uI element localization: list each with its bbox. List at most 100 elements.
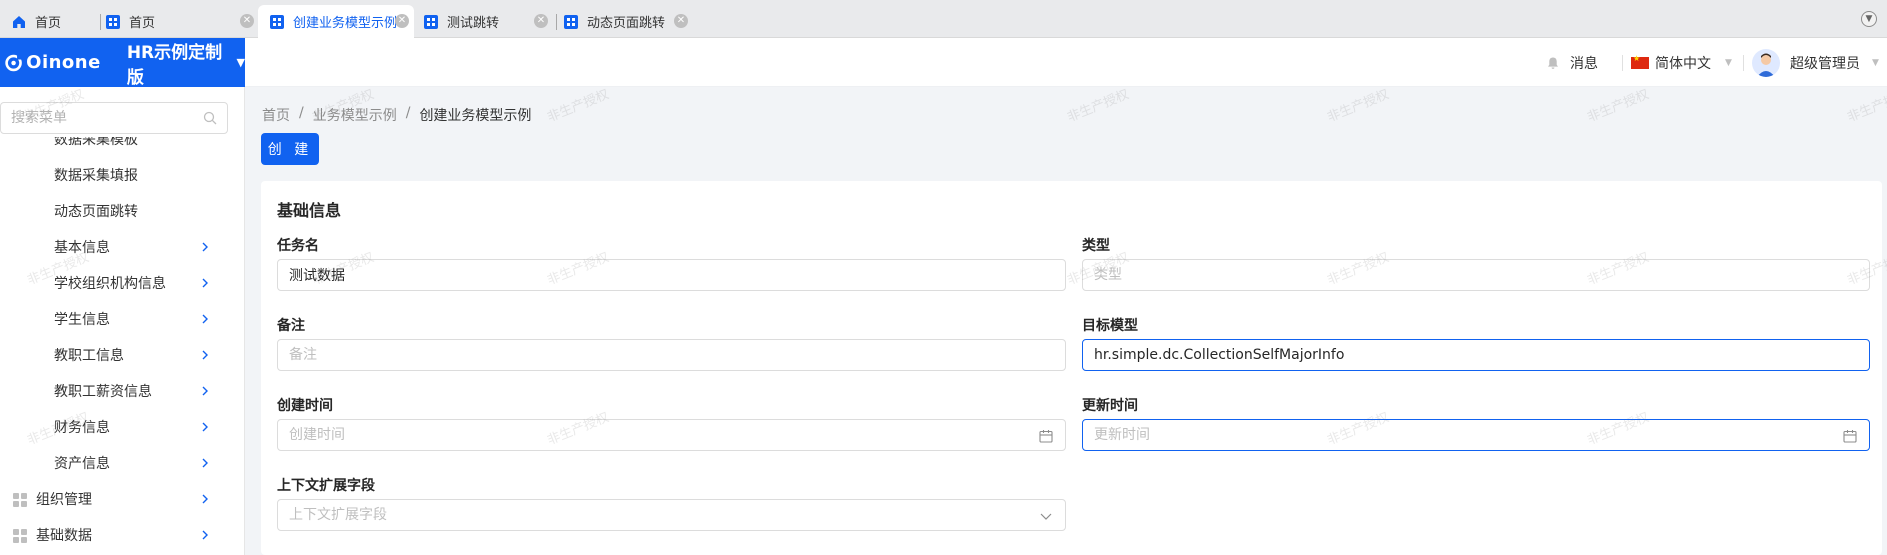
sidebar-item-label: 财务信息 [54,420,110,436]
search-icon[interactable] [203,111,217,125]
sidebar-item-asset-info[interactable]: 资产信息 [0,445,228,481]
sidebar-item-label: 数据采集模板 [54,137,138,148]
breadcrumb-business-model[interactable]: 业务模型示例 [313,105,397,125]
create-time-input[interactable] [278,420,1065,450]
create-button[interactable]: 创 建 [261,133,319,165]
sidebar-item-school-org[interactable]: 学校组织机构信息 [0,265,228,301]
target-model-input[interactable] [1083,340,1869,370]
form-card: 基础信息 任务名 类型 备注 目标模型 创建时间 更新时间 上下 [261,181,1882,555]
context-ext-label: 上下文扩展字段 [277,478,375,494]
section-title: 基础信息 [277,201,342,220]
tab-test-jump[interactable]: 测试跳转 ✕ [424,5,554,38]
chevron-right-icon [202,422,208,432]
sidebar-item-data-collection-template[interactable]: 数据采集模板 [0,137,228,157]
sidebar-item-basic-info[interactable]: 基本信息 [0,229,228,265]
header-divider [1743,55,1744,71]
breadcrumb-separator: / [405,105,411,121]
sidebar-item-label: 动态页面跳转 [54,204,138,220]
grid-icon [270,14,284,29]
apps-grid-icon [13,493,27,507]
sidebar-item-basic-data[interactable]: 基础数据 [0,517,228,553]
sidebar: 数据采集模板 数据采集填报 动态页面跳转 基本信息 学校组织机构信息 学生信息 … [0,87,245,555]
tab-home-pinned[interactable]: 首页 [12,5,61,38]
user-menu[interactable]: 超级管理员 ▼ [1752,38,1879,87]
sidebar-item-staff-info[interactable]: 教职工信息 [0,337,228,373]
remark-input[interactable] [278,340,1065,370]
menu-search[interactable] [0,102,228,134]
update-time-picker[interactable] [1082,419,1870,451]
sidebar-item-label: 资产信息 [54,456,110,472]
top-header: 消息 简体中文 ▼ 超级管理员 ▼ [245,38,1887,87]
messages-label: 消息 [1570,55,1598,72]
chevron-right-icon [202,458,208,468]
user-name: 超级管理员 [1790,55,1860,72]
create-time-label: 创建时间 [277,398,333,414]
tab-home[interactable]: 首页 ✕ [106,5,254,38]
grid-icon [424,14,438,29]
language-selector[interactable]: 简体中文 ▼ [1631,38,1732,87]
search-input[interactable] [1,103,191,133]
sidebar-item-label: 教职工薪资信息 [54,384,152,400]
sidebar-item-label: 教职工信息 [54,348,124,364]
close-icon[interactable]: ✕ [395,14,409,28]
caret-down-icon: ▼ [1872,57,1879,68]
tab-divider [556,14,557,30]
tab-bar: 首页 首页 ✕ 创建业务模型示例 ✕ 测试跳转 ✕ 动态页面跳转 ✕ ▼ [0,0,1887,38]
main-content: 首页 / 业务模型示例 / 创建业务模型示例 创 建 基础信息 任务名 类型 备… [245,87,1887,555]
oinone-logo-icon [5,54,22,71]
grid-icon [564,14,578,29]
close-icon[interactable]: ✕ [240,14,254,28]
context-ext-select[interactable] [277,499,1066,531]
caret-down-icon: ▼ [236,56,245,69]
type-input[interactable] [1083,260,1869,290]
chevron-right-icon [202,314,208,324]
chevron-right-icon [202,494,208,504]
target-model-label: 目标模型 [1082,318,1138,334]
menu-list: 数据采集模板 数据采集填报 动态页面跳转 基本信息 学校组织机构信息 学生信息 … [0,137,244,555]
sidebar-item-label: 学校组织机构信息 [54,276,166,292]
create-time-picker[interactable] [277,419,1066,451]
target-model-field[interactable] [1082,339,1870,371]
tab-label: 创建业务模型示例 [293,16,398,31]
app-name: HR示例定制版 [126,42,223,88]
close-icon[interactable]: ✕ [674,14,688,28]
chevron-right-icon [202,278,208,288]
chevron-down-icon[interactable] [1039,509,1053,523]
calendar-icon[interactable] [1039,429,1053,443]
update-time-label: 更新时间 [1082,398,1138,414]
sidebar-item-label: 数据采集填报 [54,168,138,184]
chevron-right-icon [202,242,208,252]
task-name-field[interactable] [277,259,1066,291]
tab-dynamic-page-jump[interactable]: 动态页面跳转 ✕ [564,5,694,38]
home-icon [13,15,25,28]
tab-label: 首页 [129,16,156,31]
type-label: 类型 [1082,238,1110,254]
breadcrumb-current: 创建业务模型示例 [419,108,532,124]
apps-grid-icon [13,529,27,543]
app-switcher[interactable]: Oinone HR示例定制版 ▼ [0,38,245,88]
sidebar-item-label: 基本信息 [54,240,110,256]
sidebar-item-finance-info[interactable]: 财务信息 [0,409,228,445]
update-time-input[interactable] [1083,420,1869,450]
calendar-icon[interactable] [1843,429,1857,443]
type-field[interactable] [1082,259,1870,291]
close-icon[interactable]: ✕ [534,14,548,28]
bell-icon [1548,57,1558,69]
sidebar-item-dynamic-page-jump[interactable]: 动态页面跳转 [0,193,228,229]
tab-label: 首页 [35,16,62,31]
header-divider [1622,55,1623,71]
tab-label: 动态页面跳转 [587,16,666,31]
task-name-input[interactable] [278,260,1065,290]
sidebar-item-org-management[interactable]: 组织管理 [0,481,228,517]
context-ext-input[interactable] [278,500,1065,530]
tab-create-business-model[interactable]: 创建业务模型示例 ✕ [258,5,414,38]
sidebar-item-staff-salary[interactable]: 教职工薪资信息 [0,373,228,409]
sidebar-item-data-collection-fill[interactable]: 数据采集填报 [0,157,228,193]
remark-field[interactable] [277,339,1066,371]
sidebar-item-student-info[interactable]: 学生信息 [0,301,228,337]
chevron-down-icon[interactable]: ▼ [1861,11,1877,27]
tab-label: 测试跳转 [447,16,500,31]
messages-button[interactable]: 消息 [1546,38,1598,87]
breadcrumb-home[interactable]: 首页 [262,105,290,125]
chevron-right-icon [202,386,208,396]
